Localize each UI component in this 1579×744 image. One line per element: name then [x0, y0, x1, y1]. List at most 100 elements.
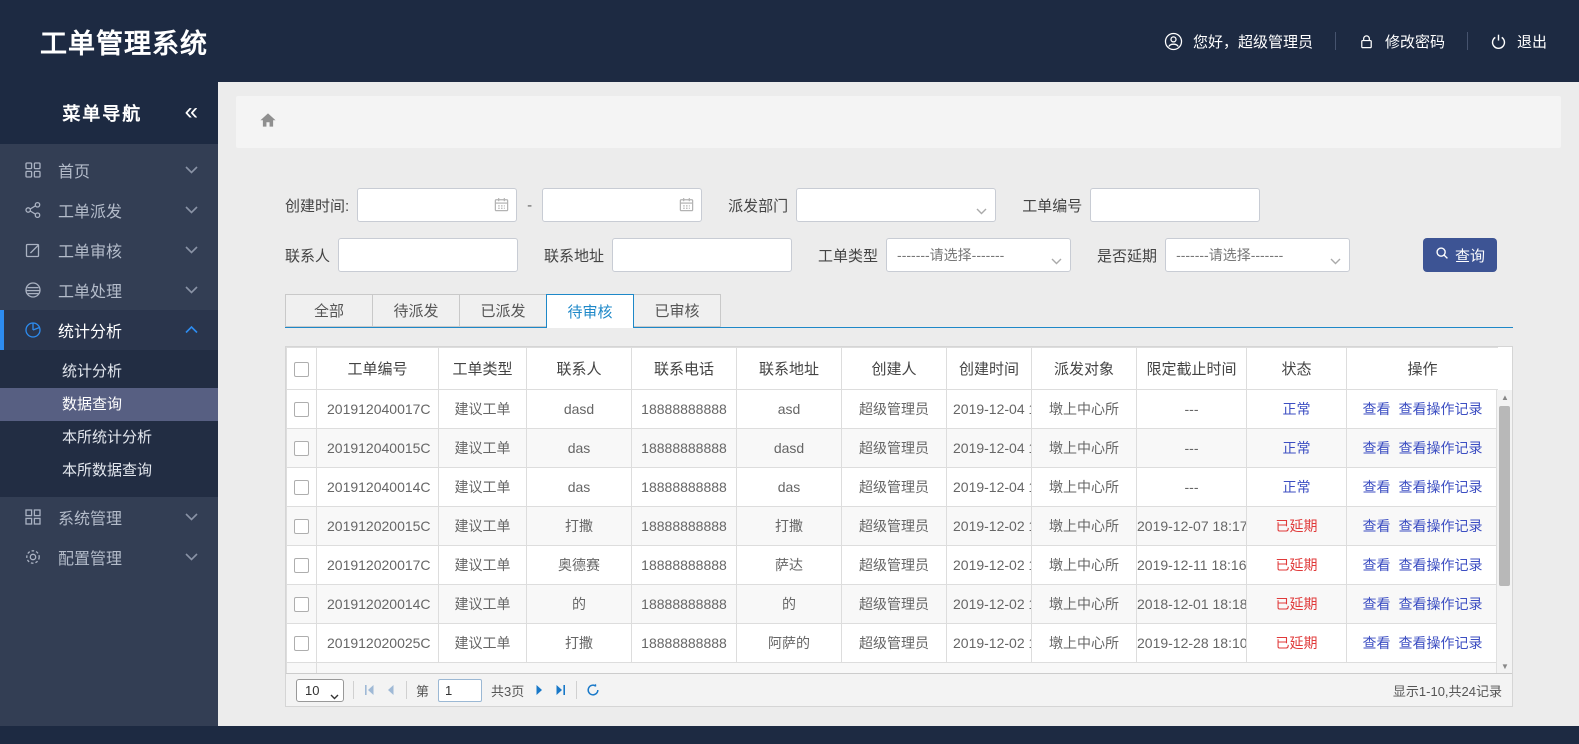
calendar-icon[interactable]: [493, 196, 510, 218]
home-icon[interactable]: [258, 110, 278, 135]
divider: [353, 681, 354, 699]
view-link[interactable]: 查看: [1363, 518, 1391, 534]
view-log-link[interactable]: 查看操作记录: [1399, 557, 1483, 573]
view-log-link[interactable]: 查看操作记录: [1399, 479, 1483, 495]
view-log-link[interactable]: 查看操作记录: [1399, 635, 1483, 651]
record-summary: 显示1-10,共24记录: [1392, 683, 1502, 699]
row-checkbox[interactable]: [294, 519, 309, 535]
calendar-icon[interactable]: [678, 196, 695, 218]
view-link[interactable]: 查看: [1363, 440, 1391, 456]
logout-label: 退出: [1516, 33, 1547, 51]
sidebar-item-review[interactable]: 工单审核: [0, 230, 218, 270]
table-row: 201912040014C 建议工单 das 18888888888 das 超级管理员 2…: [286, 467, 1498, 507]
tab-dispatched[interactable]: 已派发: [459, 294, 547, 327]
collapse-sidebar-icon[interactable]: «: [185, 99, 198, 124]
next-page-button[interactable]: [533, 684, 545, 696]
row-checkbox[interactable]: [294, 558, 309, 574]
cell-order-type: 建议工单: [438, 467, 527, 507]
cell-deadline: ---: [1136, 467, 1247, 507]
sidebar-subitem-data-query[interactable]: 数据查询: [0, 388, 218, 421]
table-row: 201912020017C 建议工单 奥德赛 18888888888 萨达 超级管理员 20…: [286, 545, 1498, 585]
tab-to-dispatch[interactable]: 待派发: [372, 294, 460, 327]
cell-phone: 18888888888: [631, 389, 737, 429]
cell-order-type: 建议工单: [438, 623, 527, 663]
page-size-select[interactable]: 10: [296, 678, 344, 702]
sidebar-item-label: 系统管理: [58, 511, 123, 528]
row-select-cell: [286, 506, 317, 546]
column-header: 状态: [1246, 347, 1347, 390]
view-link[interactable]: 查看: [1363, 635, 1391, 651]
scrollbar-thumb[interactable]: [1499, 406, 1510, 586]
table-row-partial: [286, 662, 1498, 673]
cell-dispatch-target: 墩上中心所: [1031, 389, 1137, 429]
sidebar-item-dispatch[interactable]: 工单派发: [0, 190, 218, 230]
cell-deadline: 2019-12-28 18:10: [1136, 623, 1247, 663]
sidebar-item-config[interactable]: 配置管理: [0, 537, 218, 577]
change-password-label: 修改密码: [1384, 33, 1445, 51]
select-all-cell: [286, 347, 317, 390]
view-log-link[interactable]: 查看操作记录: [1399, 518, 1483, 534]
chevron-down-icon: [976, 202, 987, 218]
address-input[interactable]: [612, 238, 793, 272]
cell-created-time: 2019-12-02 16: [946, 506, 1032, 546]
sidebar-subitem-local-statistics[interactable]: 本所统计分析: [0, 421, 218, 454]
row-checkbox[interactable]: [294, 402, 309, 418]
sidebar-item-process[interactable]: 工单处理: [0, 270, 218, 310]
row-checkbox[interactable]: [294, 636, 309, 652]
tab-reviewed[interactable]: 已审核: [633, 294, 721, 327]
sidebar-group-statistics: 统计分析 统计分析 数据查询 本所统计分析 本所数据查询: [0, 310, 218, 497]
cell-creator: 超级管理员: [841, 428, 947, 468]
first-page-button[interactable]: [363, 684, 376, 696]
logout-link[interactable]: 退出: [1490, 31, 1547, 52]
sidebar-item-label: 工单处理: [58, 284, 123, 301]
order-no-input[interactable]: [1090, 188, 1261, 222]
cell-creator: 超级管理员: [841, 467, 947, 507]
last-page-button[interactable]: [554, 684, 567, 696]
select-all-checkbox[interactable]: [294, 361, 309, 377]
vertical-scrollbar[interactable]: ▲ ▼: [1496, 390, 1512, 673]
lock-icon: [1358, 33, 1375, 50]
tab-to-review[interactable]: 待审核: [546, 294, 634, 328]
cell-created-time: 2019-12-02 16: [946, 584, 1032, 624]
dept-select[interactable]: [796, 188, 997, 222]
chevron-down-icon: [185, 548, 198, 566]
main-content: 创建时间: - 派发部门 工单编号 联系人 联系地址 工单类型 -------请…: [218, 82, 1579, 726]
view-link[interactable]: 查看: [1363, 596, 1391, 612]
cell-created-time: 2019-12-02 17: [946, 545, 1032, 585]
cell-phone: 18888888888: [631, 545, 737, 585]
search-button[interactable]: 查询: [1423, 238, 1497, 272]
view-log-link[interactable]: 查看操作记录: [1399, 596, 1483, 612]
view-log-link[interactable]: 查看操作记录: [1399, 401, 1483, 417]
row-checkbox[interactable]: [294, 597, 309, 613]
sidebar-item-label: 工单派发: [58, 204, 123, 221]
view-link[interactable]: 查看: [1363, 401, 1391, 417]
cell-contact: das: [526, 428, 632, 468]
change-password-link[interactable]: 修改密码: [1358, 31, 1445, 52]
sidebar-subitem-local-data-query[interactable]: 本所数据查询: [0, 454, 218, 487]
tab-all[interactable]: 全部: [285, 294, 373, 327]
view-log-link[interactable]: 查看操作记录: [1399, 440, 1483, 456]
scroll-down-arrow-icon[interactable]: ▼: [1497, 659, 1513, 673]
contact-input[interactable]: [338, 238, 519, 272]
refresh-button[interactable]: [586, 683, 600, 697]
row-select-cell: [286, 584, 317, 624]
order-type-select[interactable]: -------请选择-------: [886, 238, 1072, 272]
create-time-start-field: [357, 188, 518, 222]
sidebar-subitem-statistics[interactable]: 统计分析: [0, 355, 218, 388]
delay-select[interactable]: -------请选择-------: [1165, 238, 1351, 272]
scroll-up-arrow-icon[interactable]: ▲: [1497, 390, 1513, 404]
sidebar-item-home[interactable]: 首页: [0, 150, 218, 190]
view-link[interactable]: 查看: [1363, 479, 1391, 495]
row-checkbox[interactable]: [294, 441, 309, 457]
sidebar-item-system[interactable]: 系统管理: [0, 497, 218, 537]
bottom-bar: [0, 726, 1579, 744]
filter-row-2: 联系人 联系地址 工单类型 -------请选择------- 是否延期 ---…: [285, 238, 1513, 272]
divider: [406, 681, 407, 699]
row-checkbox[interactable]: [294, 480, 309, 496]
delay-select-value: -------请选择-------: [1176, 247, 1284, 263]
page-number-input[interactable]: [438, 678, 483, 702]
sidebar-item-label: 首页: [58, 164, 91, 181]
sidebar-item-statistics[interactable]: 统计分析: [0, 310, 218, 350]
prev-page-button[interactable]: [385, 684, 397, 696]
view-link[interactable]: 查看: [1363, 557, 1391, 573]
